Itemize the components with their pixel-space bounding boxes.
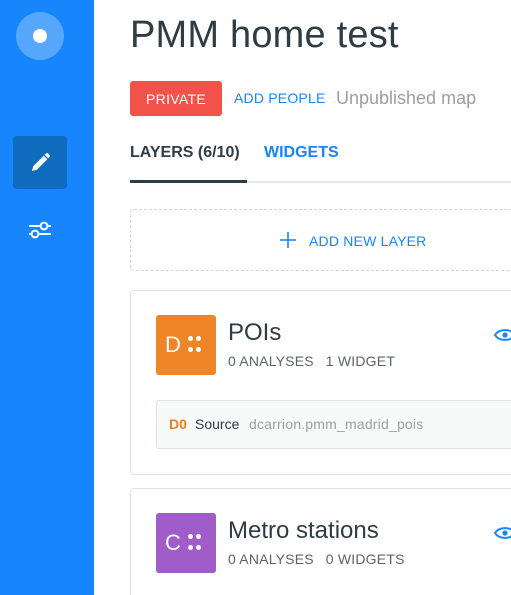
layer-analyses-count: 0 ANALYSES bbox=[228, 551, 314, 567]
layer-name[interactable]: Metro stations bbox=[228, 517, 379, 545]
layer-letter: C bbox=[165, 530, 181, 555]
carto-logo-icon[interactable] bbox=[16, 12, 64, 60]
layers-panel: PMM home test PRIVATE ADD PEOPLE Unpubli… bbox=[94, 0, 511, 595]
source-table-name: dcarrion.pmm_madrid_pois bbox=[249, 416, 424, 432]
layer-widgets-count: 0 WIDGETS bbox=[325, 551, 405, 567]
publish-status: Unpublished map bbox=[336, 88, 477, 108]
privacy-button[interactable]: PRIVATE bbox=[130, 81, 222, 116]
layer-name[interactable]: POIs bbox=[228, 319, 281, 347]
layer-badge[interactable]: C bbox=[156, 513, 216, 573]
tab-active-indicator bbox=[130, 180, 247, 183]
layer-analyses-count: 0 ANALYSES bbox=[228, 353, 314, 369]
pencil-icon bbox=[32, 152, 51, 171]
layer-widgets-count: 1 WIDGET bbox=[325, 353, 396, 369]
layer-badge[interactable]: D bbox=[156, 315, 216, 375]
layer-card[interactable]: D POIs 0 ANALYSES 1 WIDGET D0 Source dcar… bbox=[130, 290, 511, 475]
drag-handle-icon[interactable] bbox=[188, 534, 202, 552]
source-label: Source bbox=[195, 416, 240, 432]
map-title[interactable]: PMM home test bbox=[130, 14, 399, 57]
eye-icon[interactable] bbox=[494, 327, 511, 343]
sidebar-item-settings[interactable] bbox=[20, 210, 60, 250]
layer-meta: 0 ANALYSES 1 WIDGET bbox=[228, 353, 395, 369]
add-new-layer-label: ADD NEW LAYER bbox=[309, 233, 427, 249]
add-new-layer-button[interactable]: ADD NEW LAYER bbox=[130, 209, 511, 271]
layer-card[interactable]: C Metro stations 0 ANALYSES 0 WIDGETS bbox=[130, 488, 511, 595]
sidebar-item-edit[interactable] bbox=[13, 136, 67, 189]
sliders-icon bbox=[29, 221, 51, 239]
logo-dot bbox=[33, 29, 47, 43]
eye-icon[interactable] bbox=[494, 525, 511, 541]
layer-source[interactable]: D0 Source dcarrion.pmm_madrid_pois bbox=[156, 400, 511, 449]
layer-meta: 0 ANALYSES 0 WIDGETS bbox=[228, 551, 405, 567]
source-id: D0 bbox=[169, 416, 187, 432]
layer-letter: D bbox=[165, 332, 181, 357]
plus-icon bbox=[280, 232, 296, 248]
tab-widgets[interactable]: WIDGETS bbox=[264, 144, 339, 162]
sidebar bbox=[0, 0, 94, 595]
add-people-link[interactable]: ADD PEOPLE bbox=[234, 90, 325, 106]
tab-layers[interactable]: LAYERS (6/10) bbox=[130, 144, 240, 162]
drag-handle-icon[interactable] bbox=[188, 336, 202, 354]
